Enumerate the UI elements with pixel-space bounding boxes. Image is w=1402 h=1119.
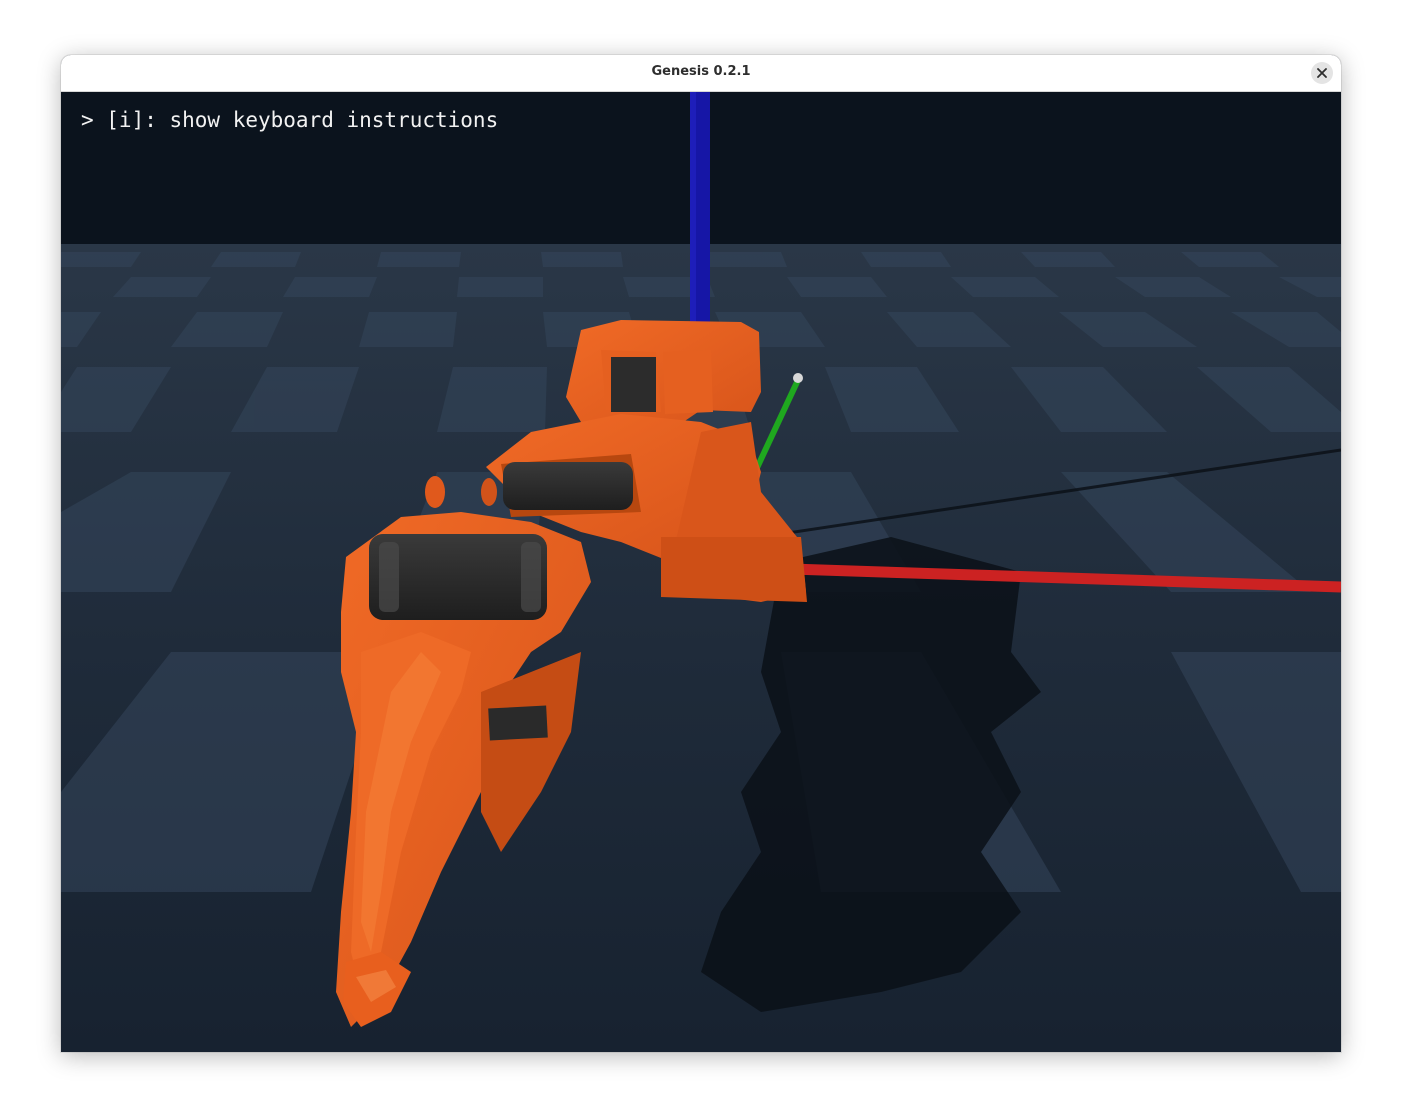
title-bar[interactable]: Genesis 0.2.1 [61, 55, 1341, 92]
close-button[interactable] [1311, 62, 1333, 84]
3d-viewport[interactable]: > [i]: show keyboard instructions [61, 92, 1341, 1052]
close-icon [1317, 68, 1327, 78]
keyboard-hint-text: > [i]: show keyboard instructions [81, 108, 499, 132]
app-window: Genesis 0.2.1 > [i]: show keyboard instr… [61, 55, 1341, 1052]
middle-roller [503, 462, 633, 510]
scene-render [61, 92, 1341, 1052]
window-title: Genesis 0.2.1 [651, 64, 751, 79]
axis-y-tip [793, 373, 803, 383]
